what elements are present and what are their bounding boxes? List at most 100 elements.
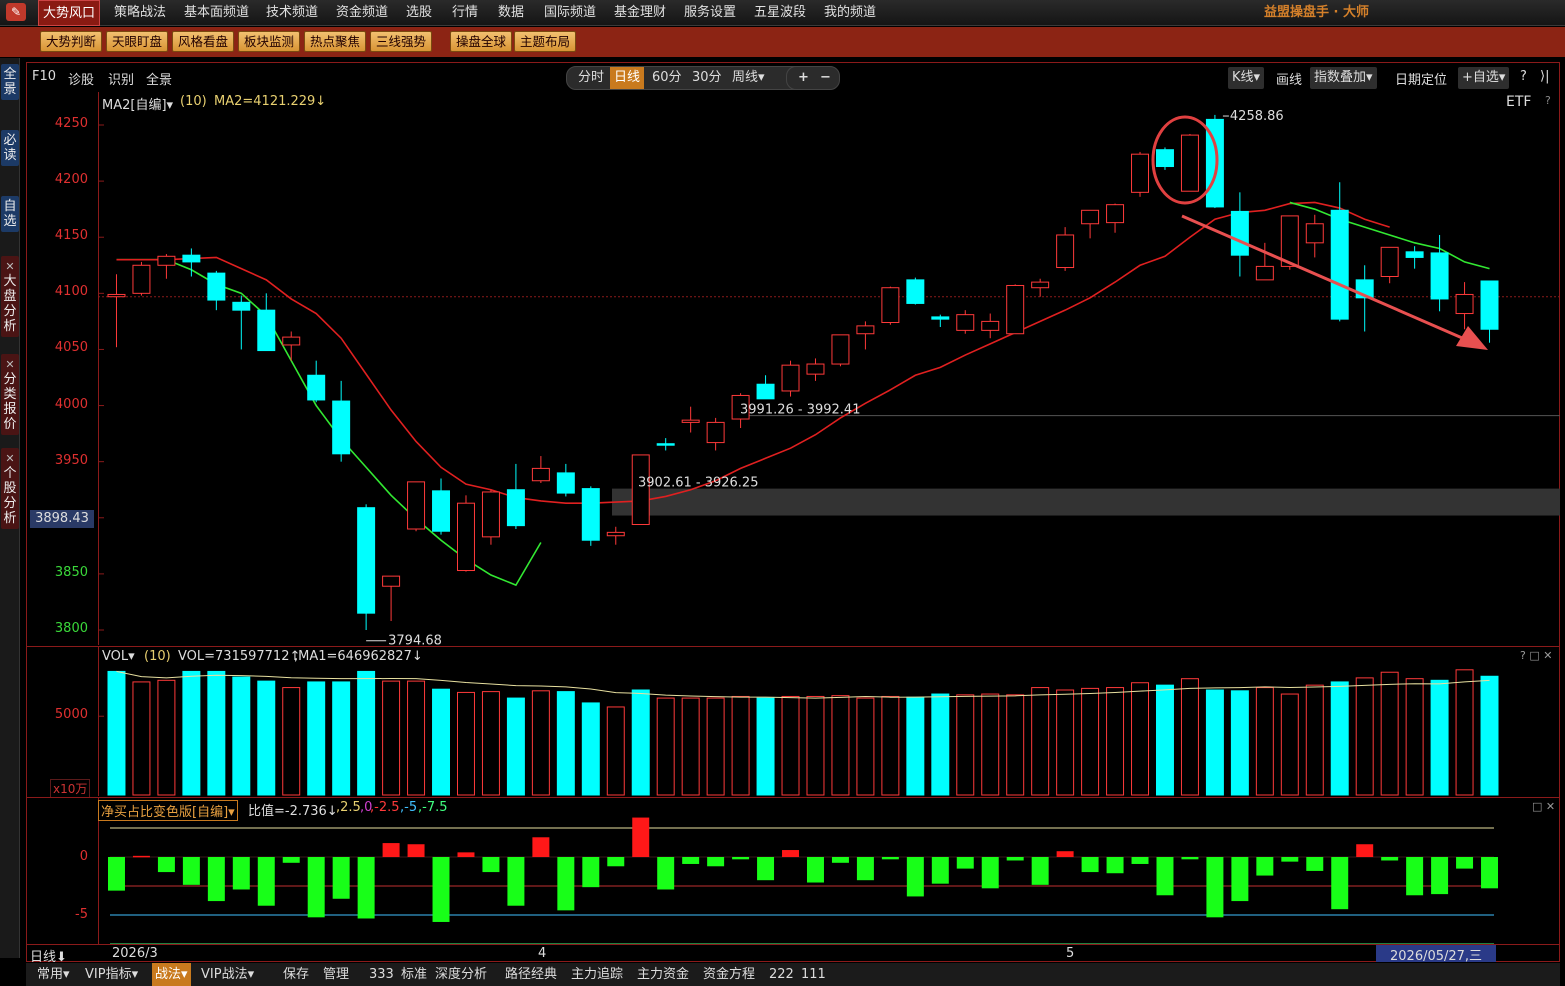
feature-button-6[interactable]: 操盘全球 xyxy=(450,31,513,52)
menu-item-five-star[interactable]: 五星波段 xyxy=(750,0,810,26)
candle xyxy=(282,336,301,346)
candle xyxy=(1405,251,1424,258)
menu-item-fund[interactable]: 基金理财 xyxy=(610,0,670,26)
bottom-tab-11[interactable]: 主力资金 xyxy=(634,963,692,986)
app-logo-icon[interactable]: ✎ xyxy=(6,3,26,21)
menu-item-my-channel[interactable]: 我的频道 xyxy=(820,0,880,26)
feature-button-5[interactable]: 三线强势 xyxy=(370,31,433,52)
bottom-tab-4[interactable]: 保存 xyxy=(280,963,312,986)
candle xyxy=(1081,209,1100,225)
volume-bar xyxy=(556,691,575,796)
indicator-bar xyxy=(856,857,874,881)
candle xyxy=(307,374,326,401)
volume-chart[interactable] xyxy=(26,647,1560,797)
candle xyxy=(182,254,201,263)
period-tab-60min[interactable]: 60分 xyxy=(648,67,686,89)
menu-item-quotes[interactable]: 行情 xyxy=(448,0,482,26)
add-watchlist-dropdown[interactable]: +自选▾ xyxy=(1458,67,1510,89)
ma-line-green xyxy=(116,258,542,587)
draw-line-button[interactable]: 画线 xyxy=(1276,69,1302,88)
volume-bar xyxy=(1155,684,1174,796)
sidebar-tab-3[interactable]: ✕ 大盘分析 xyxy=(1,256,19,337)
help-icon[interactable]: ? xyxy=(1520,69,1527,84)
bottom-tab-12[interactable]: 资金方程 xyxy=(700,963,758,986)
bottom-tab-13[interactable]: 222 xyxy=(766,963,797,986)
sidebar-tab-2[interactable]: 自选 xyxy=(1,196,19,232)
feature-button-1[interactable]: 天眼盯盘 xyxy=(106,31,169,52)
brand-title: 益盟操盘手 · 大师 xyxy=(1264,5,1369,20)
diagnose-button[interactable]: 诊股 xyxy=(68,69,94,88)
feature-button-2[interactable]: 风格看盘 xyxy=(172,31,235,52)
bottom-tab-2[interactable]: 战法▾ xyxy=(152,963,191,986)
period-tab-30min[interactable]: 30分 xyxy=(688,67,726,89)
gap-zone xyxy=(612,488,1560,516)
bottom-tab-8[interactable]: 深度分析 xyxy=(432,963,490,986)
date-locate-button[interactable]: 日期定位 xyxy=(1395,69,1447,88)
sidebar-tab-1[interactable]: 必读 xyxy=(1,130,19,166)
candle xyxy=(831,334,850,365)
bottom-tab-1[interactable]: VIP指标▾ xyxy=(82,963,141,986)
bottom-toolbar: 常用▾ VIP指标▾ 战法▾ VIP战法▾ 保存 管理 333 标准 深度分析 路径经典 主力追踪主… xyxy=(26,963,1560,986)
indicator-bar xyxy=(357,857,375,919)
candle xyxy=(806,363,825,375)
indicator-bar xyxy=(1181,857,1199,860)
bottom-tab-6[interactable]: 333 xyxy=(366,963,397,986)
volume-bar xyxy=(856,697,875,796)
feature-button-3[interactable]: 板块监测 xyxy=(238,31,301,52)
bottom-tab-10[interactable]: 主力追踪 xyxy=(568,963,626,986)
close-icon[interactable]: ✕ xyxy=(1,259,19,274)
bottom-tab-0[interactable]: 常用▾ xyxy=(34,963,73,986)
panorama-button[interactable]: 全景 xyxy=(146,69,172,88)
kline-dropdown[interactable]: K线▾ xyxy=(1228,67,1265,89)
menu-item-data[interactable]: 数据 xyxy=(494,0,528,26)
indicator-chart[interactable] xyxy=(26,798,1560,946)
zoom-out-button[interactable]: − xyxy=(816,67,835,89)
bottom-tab-9[interactable]: 路径经典 xyxy=(502,963,560,986)
period-tab-daily[interactable]: 日线 xyxy=(610,67,645,89)
indicator-bar xyxy=(1081,857,1099,873)
volume-bar xyxy=(531,690,550,796)
zoom-in-button[interactable]: + xyxy=(794,67,813,89)
menu-item-international[interactable]: 国际频道 xyxy=(540,0,600,26)
close-icon[interactable]: ✕ xyxy=(1,357,19,372)
close-icon[interactable]: ✕ xyxy=(1,451,19,466)
sidebar-tab-0[interactable]: 全景 xyxy=(1,64,19,100)
collapse-icon[interactable]: ⟩| xyxy=(1540,69,1549,84)
bottom-tab-3[interactable]: VIP战法▾ xyxy=(198,963,257,986)
sidebar-tab-4[interactable]: ✕ 分类报价 xyxy=(1,354,19,435)
volume-bar xyxy=(282,687,301,796)
feature-button-0[interactable]: 大势判断 xyxy=(40,31,103,52)
volume-bar xyxy=(207,670,226,796)
sidebar-tab-char: 股 xyxy=(3,481,17,496)
index-overlay-dropdown[interactable]: 指数叠加▾ xyxy=(1310,67,1377,89)
menu-item-service[interactable]: 服务设置 xyxy=(680,0,740,26)
indicator-bar xyxy=(1456,857,1474,869)
menu-item-trend[interactable]: 大势风口 xyxy=(38,0,101,26)
bottom-tab-7[interactable]: 标准 xyxy=(398,963,430,986)
menu-item-capital[interactable]: 资金频道 xyxy=(332,0,392,26)
sidebar-tab-5[interactable]: ✕ 个股分析 xyxy=(1,448,19,529)
menu-item-technical[interactable]: 技术频道 xyxy=(262,0,322,26)
f10-button[interactable]: F10 xyxy=(32,69,56,84)
feature-button-7[interactable]: 主题布局 xyxy=(514,31,577,52)
feature-button-4[interactable]: 热点聚焦 xyxy=(304,31,367,52)
period-tab-weekly[interactable]: 周线▾ xyxy=(728,67,769,89)
bottom-tab-14[interactable]: 111 xyxy=(798,963,829,986)
indicator-bar xyxy=(1406,857,1424,896)
menu-item-stock-pick[interactable]: 选股 xyxy=(402,0,436,26)
bottom-tab-5[interactable]: 管理 xyxy=(320,963,352,986)
menu-item-fundamental[interactable]: 基本面频道 xyxy=(180,0,253,26)
sidebar-tab-char: 析 xyxy=(3,319,17,334)
volume-bar xyxy=(407,680,426,796)
menu-item-strategy[interactable]: 策略战法 xyxy=(110,0,170,26)
period-tab-intraday[interactable]: 分时 xyxy=(574,67,608,89)
recognize-button[interactable]: 识别 xyxy=(108,69,134,88)
candle xyxy=(1180,134,1199,192)
indicator-bar xyxy=(1006,857,1024,861)
volume-bar xyxy=(357,670,376,796)
sidebar-tab-char: 自 xyxy=(3,199,17,214)
candle xyxy=(606,531,625,537)
sidebar-tab-char: 分 xyxy=(3,372,17,387)
volume-bar xyxy=(1330,681,1349,796)
candlestick-chart[interactable]: 4258.86 3794.68 3991.26 - 3992.41 3902.61 -… xyxy=(26,92,1560,645)
